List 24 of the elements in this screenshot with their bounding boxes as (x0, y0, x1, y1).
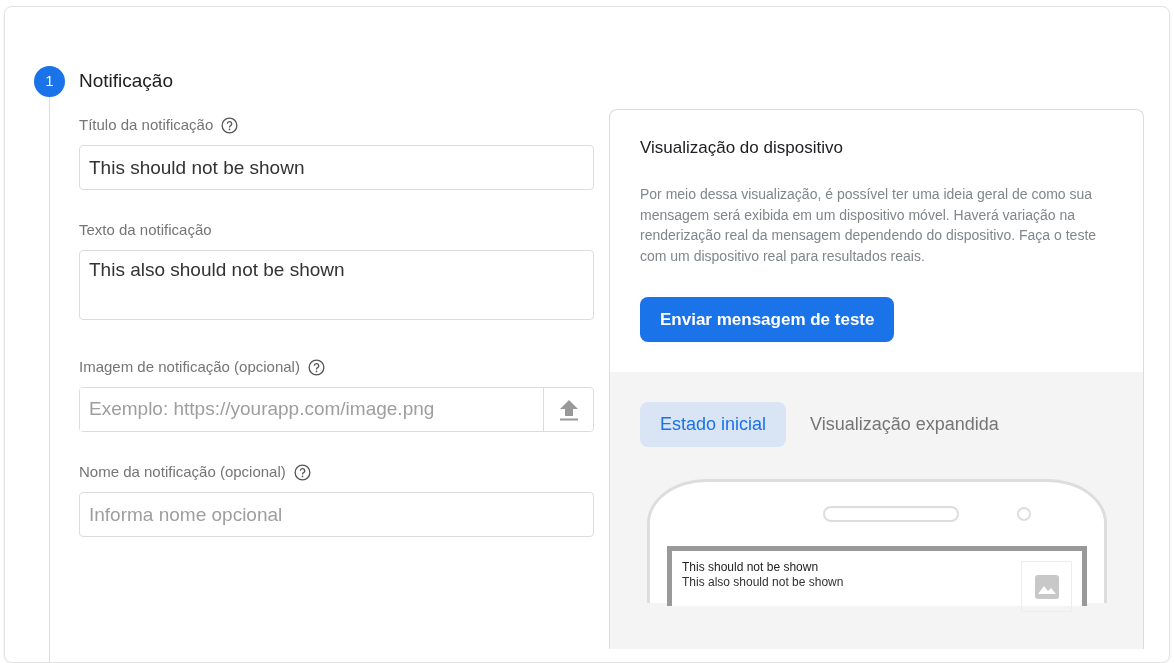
help-icon[interactable] (221, 116, 239, 134)
notification-title: This should not be shown (682, 560, 820, 576)
step-title: Notificação (79, 69, 173, 94)
upload-icon (558, 398, 579, 421)
preview-description: Por meio dessa visualização, é possível ter uma ideia geral de como sua mensagem será exibida em um dispositivo móvel. Haverá variação na renderização real da mensagem dependendo do dispositivo. Faça o teste com um dispositivo real para resultados reais. (640, 185, 1098, 266)
help-icon[interactable] (307, 358, 325, 376)
input-field[interactable]: Informa nome opcional (79, 492, 594, 537)
url-field[interactable]: Exemplo: https://yourapp.com/image.png (79, 387, 594, 432)
preview-title: Visualização do dispositivo (640, 138, 844, 159)
field-label: Texto da notificação (79, 219, 212, 240)
step-number: 1 (34, 66, 65, 97)
notification-text: This also should not be shown (682, 575, 844, 591)
upload-button[interactable] (543, 388, 593, 431)
tab[interactable]: Estado inicial (640, 402, 787, 448)
text-area[interactable]: This also should not be shown (79, 250, 594, 320)
tab[interactable]: Visualização expandida (790, 402, 1019, 448)
field-label: Nome da notificação (opcional) (79, 461, 286, 482)
send-test-button[interactable]: Enviar mensagem de teste (640, 297, 895, 343)
field-label: Título da notificação (79, 114, 214, 135)
field-label: Imagem de notificação (opcional) (79, 356, 300, 377)
image-icon (1034, 574, 1059, 599)
phone-camera (1017, 507, 1031, 522)
input-field[interactable]: This should not be shown (79, 145, 594, 190)
help-icon[interactable] (293, 463, 311, 481)
